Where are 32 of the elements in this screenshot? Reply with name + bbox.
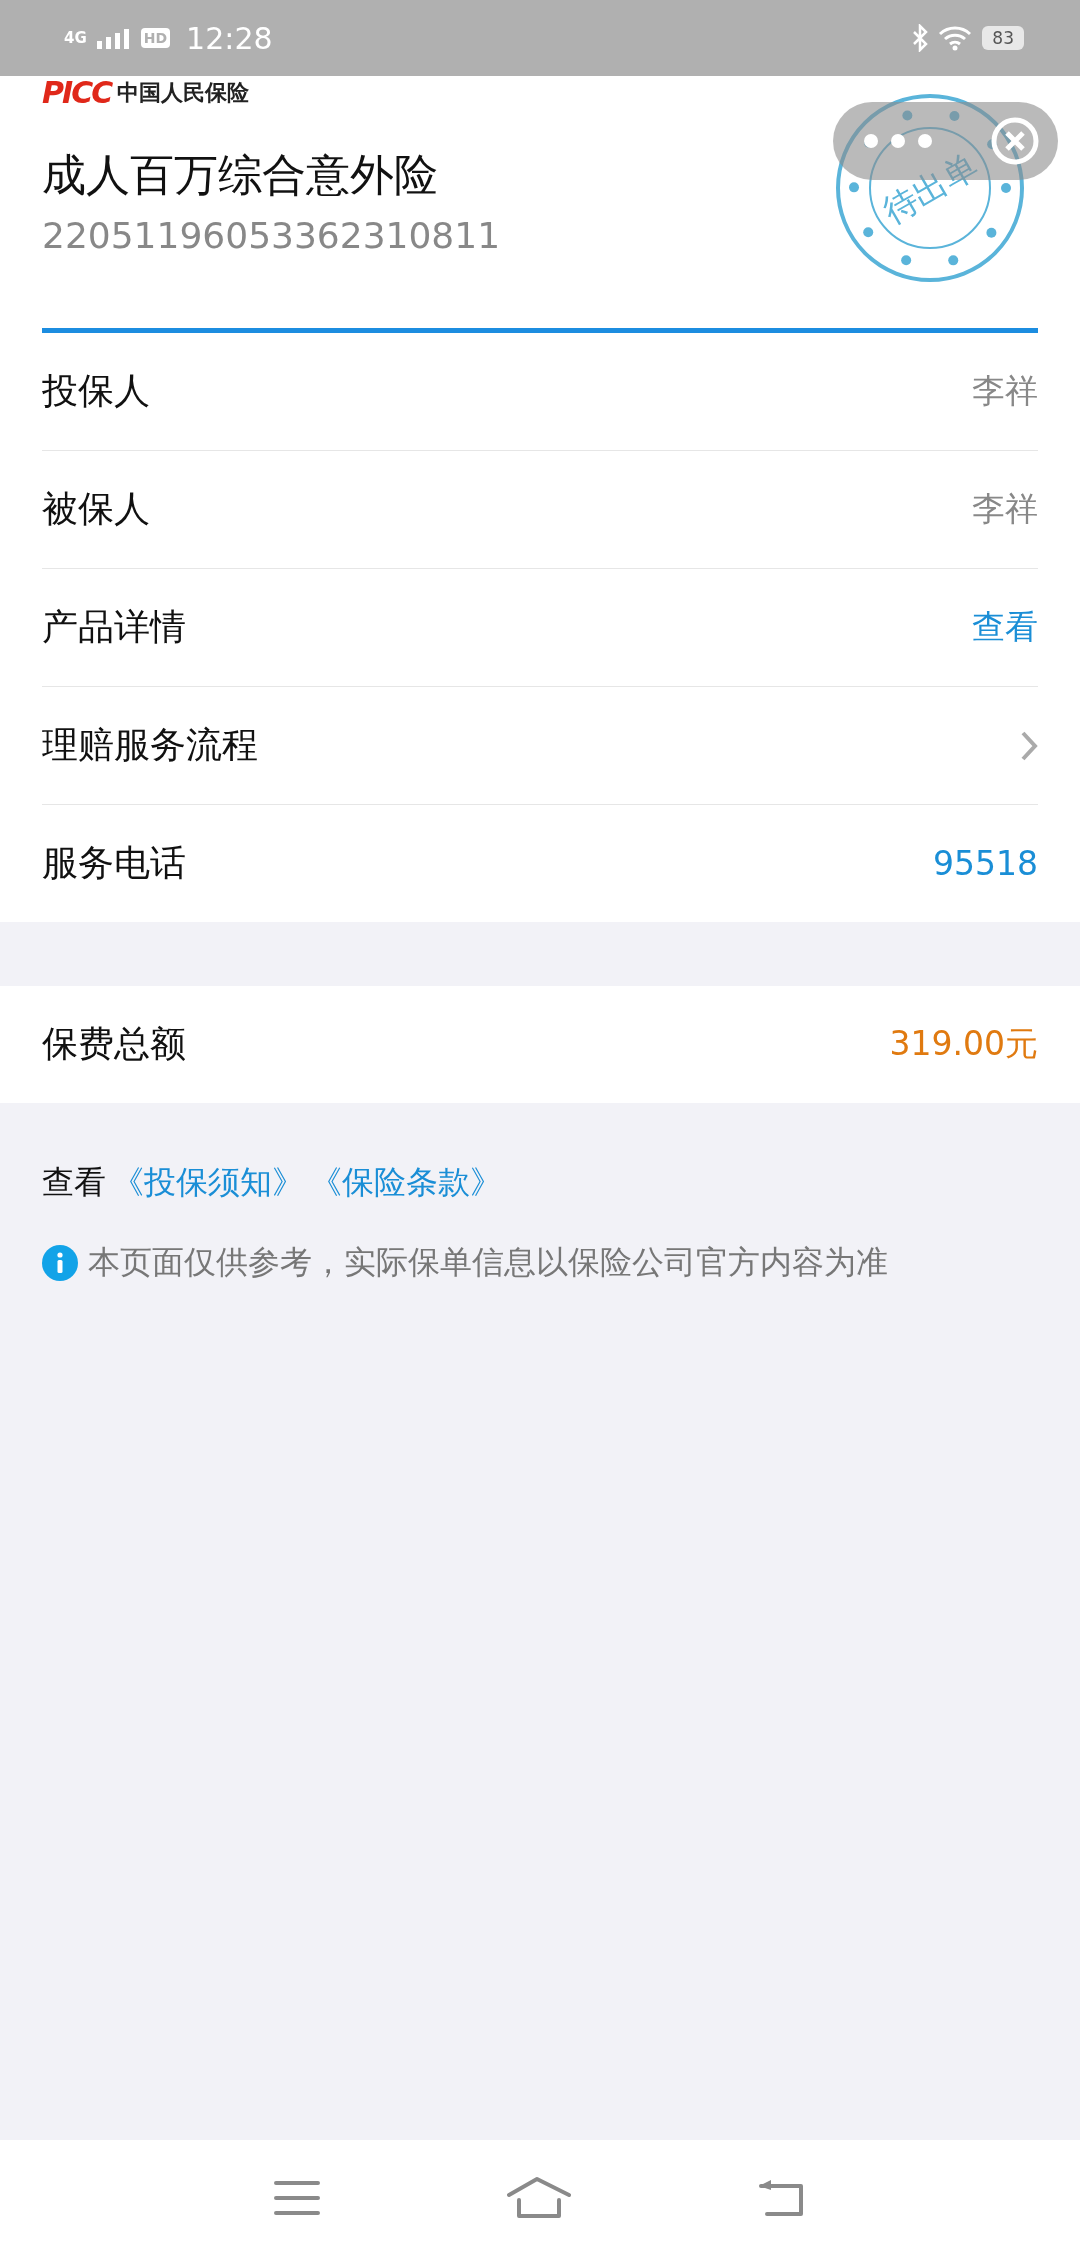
row-link[interactable]: 95518 bbox=[933, 844, 1038, 883]
info-icon bbox=[42, 1245, 78, 1281]
signal-icon bbox=[96, 27, 131, 49]
row-label: 被保人 bbox=[42, 487, 150, 531]
document-link[interactable]: 《投保须知》 bbox=[112, 1161, 304, 1205]
disclaimer-text: 本页面仅供参考，实际保单信息以保险公司官方内容为准 bbox=[88, 1242, 888, 1283]
product-title: 成人百万综合意外险 bbox=[42, 148, 438, 202]
policy-number: 22051196053362310811 bbox=[42, 215, 501, 256]
brand-name: 中国人民保险 bbox=[117, 79, 250, 107]
hd-badge: HD bbox=[140, 28, 171, 48]
chevron-right-icon bbox=[1020, 729, 1038, 762]
row-label: 理赔服务流程 bbox=[42, 723, 258, 767]
row-label: 产品详情 bbox=[42, 605, 186, 649]
premium-value: 319.00元 bbox=[889, 1023, 1038, 1065]
bluetooth-icon bbox=[912, 24, 929, 52]
row-value: 李祥 bbox=[972, 370, 1038, 412]
row-label: 投保人 bbox=[42, 369, 150, 413]
wifi-icon bbox=[938, 25, 973, 51]
document-link[interactable]: 《保险条款》 bbox=[310, 1161, 502, 1205]
clock: 12:28 bbox=[186, 20, 273, 56]
row-link[interactable]: 查看 bbox=[972, 605, 1038, 650]
menu-icon[interactable] bbox=[272, 2179, 321, 2217]
close-icon[interactable] bbox=[990, 116, 1040, 166]
home-icon[interactable] bbox=[506, 2176, 572, 2220]
row-value: 李祥 bbox=[972, 488, 1038, 530]
network-label: 4G bbox=[64, 29, 87, 47]
row-label: 服务电话 bbox=[42, 841, 186, 885]
docs-prefix: 查看 bbox=[42, 1162, 106, 1203]
battery-indicator: 83 bbox=[982, 26, 1024, 50]
more-icon[interactable] bbox=[863, 133, 933, 149]
brand-logo: PICC bbox=[42, 78, 112, 108]
premium-label: 保费总额 bbox=[42, 1022, 186, 1066]
